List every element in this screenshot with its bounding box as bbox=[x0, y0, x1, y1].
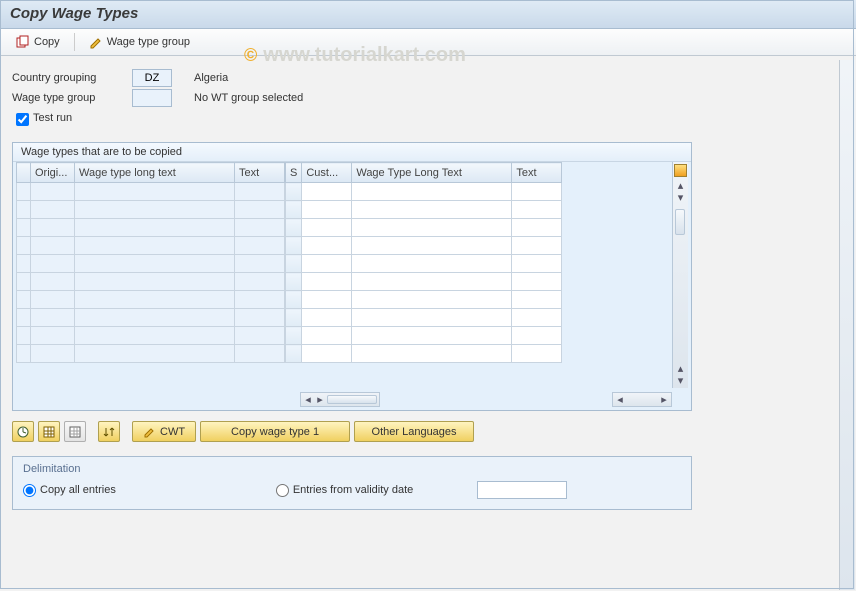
clock-icon bbox=[17, 426, 29, 438]
right-horizontal-scrollbar[interactable]: ◂ ▸ bbox=[612, 392, 672, 407]
toolbar-separator bbox=[74, 33, 75, 51]
sort-button[interactable] bbox=[98, 421, 120, 442]
table-row[interactable] bbox=[17, 237, 285, 255]
wage-type-group-row: Wage type group No WT group selected bbox=[12, 88, 846, 108]
content-area: Country grouping Algeria Wage type group… bbox=[0, 56, 856, 518]
wage-types-table-left[interactable]: Origi... Wage type long text Text bbox=[16, 162, 285, 363]
copy-all-entries-label: Copy all entries bbox=[40, 484, 116, 496]
scrollbar-thumb[interactable] bbox=[675, 209, 685, 235]
table-row[interactable] bbox=[286, 255, 562, 273]
scrollbar-thumb-h[interactable] bbox=[327, 395, 377, 404]
pencil-icon bbox=[143, 425, 156, 438]
table-row[interactable] bbox=[17, 327, 285, 345]
scroll-up-icon[interactable]: ▴ bbox=[675, 179, 687, 191]
col-s[interactable]: S bbox=[286, 163, 302, 183]
col-wage-type-long-text-left[interactable]: Wage type long text bbox=[75, 163, 235, 183]
scroll-down-bottom-icon[interactable]: ▾ bbox=[675, 374, 687, 386]
table-row[interactable] bbox=[17, 345, 285, 363]
other-languages-label: Other Languages bbox=[372, 426, 457, 438]
country-grouping-row: Country grouping Algeria bbox=[12, 68, 846, 88]
copy-button-label: Copy bbox=[34, 36, 60, 48]
wage-type-group-button[interactable]: Wage type group bbox=[83, 33, 196, 51]
row-selector-header bbox=[17, 163, 31, 183]
country-grouping-label: Country grouping bbox=[12, 72, 132, 84]
table-row[interactable] bbox=[286, 327, 562, 345]
country-grouping-input[interactable] bbox=[132, 69, 172, 87]
table-row[interactable] bbox=[286, 291, 562, 309]
grid-outline-icon bbox=[69, 426, 81, 438]
page-title: Copy Wage Types bbox=[0, 0, 856, 29]
copy-all-entries-radio[interactable] bbox=[23, 484, 36, 497]
cwt-button-label: CWT bbox=[160, 426, 185, 438]
window-vertical-scrollbar[interactable] bbox=[839, 60, 855, 590]
delimitation-groupbox: Delimitation Copy all entries Entries fr… bbox=[12, 456, 692, 510]
left-horizontal-scrollbar[interactable]: ◂ ▸ bbox=[300, 392, 380, 407]
table-vertical-scrollbar[interactable]: ▴ ▾ ▴ ▾ bbox=[672, 162, 688, 388]
wage-type-group-input[interactable] bbox=[132, 89, 172, 107]
copy-all-entries-option[interactable]: Copy all entries bbox=[23, 481, 116, 499]
table-row[interactable] bbox=[17, 255, 285, 273]
delimitation-legend: Delimitation bbox=[23, 463, 681, 475]
wage-type-group-text: No WT group selected bbox=[194, 92, 303, 104]
table-row[interactable] bbox=[286, 345, 562, 363]
copy-wage-type-1-button[interactable]: Copy wage type 1 bbox=[200, 421, 350, 442]
table-row[interactable] bbox=[286, 201, 562, 219]
scroll-left-icon-r[interactable]: ◂ bbox=[614, 394, 626, 406]
table-layout-button[interactable] bbox=[674, 164, 687, 177]
sort-icon bbox=[103, 426, 115, 438]
scroll-right-icon[interactable]: ▸ bbox=[314, 394, 326, 406]
table-row[interactable] bbox=[286, 183, 562, 201]
scroll-down-icon[interactable]: ▾ bbox=[675, 191, 687, 203]
table-row[interactable] bbox=[286, 237, 562, 255]
validity-date-input[interactable] bbox=[477, 481, 567, 499]
action-row: CWT Copy wage type 1 Other Languages bbox=[12, 421, 846, 442]
table-row[interactable] bbox=[286, 273, 562, 291]
cwt-button[interactable]: CWT bbox=[132, 421, 196, 442]
pencil-icon bbox=[89, 35, 103, 49]
execute-button[interactable] bbox=[12, 421, 34, 442]
scroll-left-icon[interactable]: ◂ bbox=[302, 394, 314, 406]
copy-wage-type-1-label: Copy wage type 1 bbox=[231, 426, 319, 438]
grid-icon bbox=[43, 426, 55, 438]
scroll-up-bottom-icon[interactable]: ▴ bbox=[675, 362, 687, 374]
wage-type-group-button-label: Wage type group bbox=[107, 36, 190, 48]
scroll-right-icon-r[interactable]: ▸ bbox=[658, 394, 670, 406]
wage-types-table-right[interactable]: S Cust... Wage Type Long Text Text bbox=[285, 162, 562, 363]
col-wage-type-long-text-right[interactable]: Wage Type Long Text bbox=[352, 163, 512, 183]
select-all-button[interactable] bbox=[38, 421, 60, 442]
table-row[interactable] bbox=[17, 273, 285, 291]
col-text-right[interactable]: Text bbox=[512, 163, 562, 183]
test-run-checkbox[interactable] bbox=[16, 113, 29, 126]
entries-from-validity-date-radio[interactable] bbox=[276, 484, 289, 497]
test-run-label: Test run bbox=[33, 112, 72, 124]
deselect-all-button[interactable] bbox=[64, 421, 86, 442]
col-cust[interactable]: Cust... bbox=[302, 163, 352, 183]
table-row[interactable] bbox=[17, 309, 285, 327]
wage-types-table-caption: Wage types that are to be copied bbox=[13, 143, 691, 162]
other-languages-button[interactable]: Other Languages bbox=[354, 421, 474, 442]
table-row[interactable] bbox=[286, 219, 562, 237]
table-row[interactable] bbox=[17, 201, 285, 219]
toolbar: Copy Wage type group bbox=[0, 29, 856, 56]
entries-from-validity-date-option[interactable]: Entries from validity date bbox=[276, 481, 567, 499]
country-grouping-text: Algeria bbox=[194, 72, 228, 84]
table-row[interactable] bbox=[17, 291, 285, 309]
col-text-left[interactable]: Text bbox=[235, 163, 285, 183]
copy-icon bbox=[16, 35, 30, 49]
wage-types-table-frame: Wage types that are to be copied Origi..… bbox=[12, 142, 692, 411]
col-original[interactable]: Origi... bbox=[31, 163, 75, 183]
wage-type-group-label: Wage type group bbox=[12, 92, 132, 104]
entries-from-validity-date-label: Entries from validity date bbox=[293, 484, 413, 496]
table-row[interactable] bbox=[286, 309, 562, 327]
test-run-row: Test run bbox=[12, 108, 846, 128]
table-row[interactable] bbox=[17, 219, 285, 237]
copy-button[interactable]: Copy bbox=[10, 33, 66, 51]
table-row[interactable] bbox=[17, 183, 285, 201]
